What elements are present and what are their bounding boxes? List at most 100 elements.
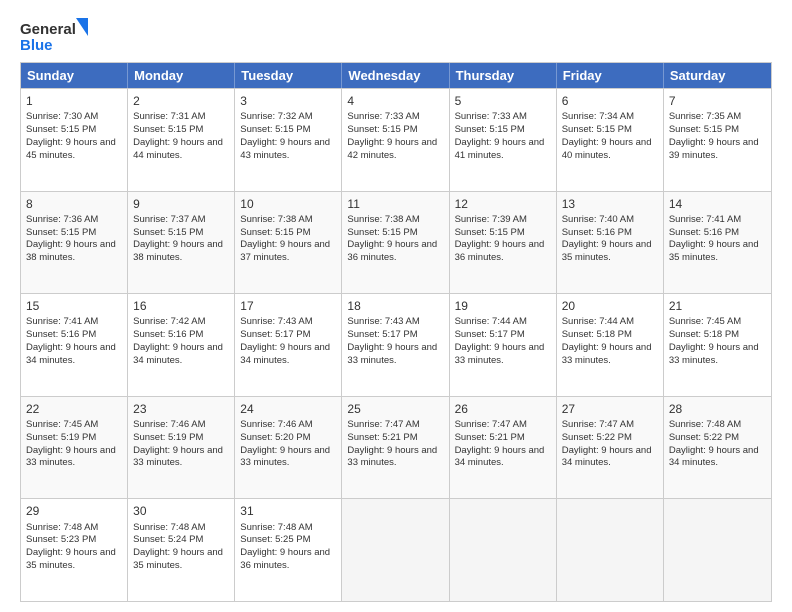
day-number: 2	[133, 93, 229, 109]
sunset-text: Sunset: 5:16 PM	[669, 227, 739, 238]
calendar-cell: 6Sunrise: 7:34 AMSunset: 5:15 PMDaylight…	[557, 89, 664, 191]
day-number: 13	[562, 196, 658, 212]
daylight-text: Daylight: 9 hours and 35 minutes.	[669, 239, 759, 263]
sunrise-text: Sunrise: 7:42 AM	[133, 316, 205, 327]
day-number: 11	[347, 196, 443, 212]
day-number: 1	[26, 93, 122, 109]
sunset-text: Sunset: 5:15 PM	[133, 124, 203, 135]
weekday-header: Saturday	[664, 63, 771, 88]
daylight-text: Daylight: 9 hours and 40 minutes.	[562, 137, 652, 161]
daylight-text: Daylight: 9 hours and 38 minutes.	[133, 239, 223, 263]
daylight-text: Daylight: 9 hours and 34 minutes.	[240, 342, 330, 366]
sunrise-text: Sunrise: 7:44 AM	[455, 316, 527, 327]
svg-text:Blue: Blue	[20, 37, 53, 54]
weekday-header: Thursday	[450, 63, 557, 88]
calendar-cell: 1Sunrise: 7:30 AMSunset: 5:15 PMDaylight…	[21, 89, 128, 191]
sunrise-text: Sunrise: 7:35 AM	[669, 111, 741, 122]
svg-text:General: General	[20, 21, 76, 38]
day-number: 31	[240, 503, 336, 519]
daylight-text: Daylight: 9 hours and 35 minutes.	[133, 547, 223, 571]
day-number: 24	[240, 401, 336, 417]
sunset-text: Sunset: 5:16 PM	[562, 227, 632, 238]
sunrise-text: Sunrise: 7:44 AM	[562, 316, 634, 327]
day-number: 6	[562, 93, 658, 109]
weekday-header: Monday	[128, 63, 235, 88]
daylight-text: Daylight: 9 hours and 33 minutes.	[562, 342, 652, 366]
day-number: 8	[26, 196, 122, 212]
daylight-text: Daylight: 9 hours and 33 minutes.	[455, 342, 545, 366]
daylight-text: Daylight: 9 hours and 33 minutes.	[347, 445, 437, 469]
weekday-header: Friday	[557, 63, 664, 88]
sunset-text: Sunset: 5:18 PM	[562, 329, 632, 340]
calendar-cell	[664, 499, 771, 601]
calendar-cell: 10Sunrise: 7:38 AMSunset: 5:15 PMDayligh…	[235, 192, 342, 294]
sunset-text: Sunset: 5:15 PM	[240, 227, 310, 238]
day-number: 22	[26, 401, 122, 417]
day-number: 25	[347, 401, 443, 417]
calendar-cell: 18Sunrise: 7:43 AMSunset: 5:17 PMDayligh…	[342, 294, 449, 396]
calendar-row: 1Sunrise: 7:30 AMSunset: 5:15 PMDaylight…	[21, 88, 771, 191]
day-number: 10	[240, 196, 336, 212]
calendar-cell: 14Sunrise: 7:41 AMSunset: 5:16 PMDayligh…	[664, 192, 771, 294]
calendar-cell: 24Sunrise: 7:46 AMSunset: 5:20 PMDayligh…	[235, 397, 342, 499]
calendar-cell: 31 Sunrise: 7:48 AMSunset: 5:25 PM Dayligh…	[235, 499, 342, 601]
calendar-cell: 26Sunrise: 7:47 AMSunset: 5:21 PMDayligh…	[450, 397, 557, 499]
daylight-text: Daylight: 9 hours and 44 minutes.	[133, 137, 223, 161]
calendar-cell: 28Sunrise: 7:48 AMSunset: 5:22 PMDayligh…	[664, 397, 771, 499]
sunrise-text: Sunrise: 7:48 AM	[240, 522, 312, 533]
calendar-cell: 29Sunrise: 7:48 AMSunset: 5:23 PMDayligh…	[21, 499, 128, 601]
calendar-cell: 17Sunrise: 7:43 AMSunset: 5:17 PMDayligh…	[235, 294, 342, 396]
day-number: 12	[455, 196, 551, 212]
calendar-row: 22Sunrise: 7:45 AMSunset: 5:19 PMDayligh…	[21, 396, 771, 499]
calendar-cell: 15Sunrise: 7:41 AMSunset: 5:16 PMDayligh…	[21, 294, 128, 396]
sunrise-text: Sunrise: 7:43 AM	[240, 316, 312, 327]
day-number: 16	[133, 298, 229, 314]
calendar-cell: 9Sunrise: 7:37 AMSunset: 5:15 PMDaylight…	[128, 192, 235, 294]
calendar-cell: 3Sunrise: 7:32 AMSunset: 5:15 PMDaylight…	[235, 89, 342, 191]
daylight-text: Daylight: 9 hours and 35 minutes.	[26, 547, 116, 571]
weekday-header: Sunday	[21, 63, 128, 88]
calendar-cell: 25Sunrise: 7:47 AMSunset: 5:21 PMDayligh…	[342, 397, 449, 499]
daylight-text: Daylight: 9 hours and 36 minutes.	[455, 239, 545, 263]
daylight-text: Daylight: 9 hours and 33 minutes.	[26, 445, 116, 469]
sunset-text: Sunset: 5:19 PM	[133, 432, 203, 443]
calendar-cell	[342, 499, 449, 601]
daylight-text: Daylight: 9 hours and 36 minutes.	[240, 547, 330, 571]
day-number: 18	[347, 298, 443, 314]
sunset-text: Sunset: 5:17 PM	[455, 329, 525, 340]
calendar-cell: 20Sunrise: 7:44 AMSunset: 5:18 PMDayligh…	[557, 294, 664, 396]
sunset-text: Sunset: 5:22 PM	[562, 432, 632, 443]
sunset-text: Sunset: 5:21 PM	[455, 432, 525, 443]
calendar-row: 15Sunrise: 7:41 AMSunset: 5:16 PMDayligh…	[21, 293, 771, 396]
calendar-cell: 21Sunrise: 7:45 AMSunset: 5:18 PMDayligh…	[664, 294, 771, 396]
sunset-text: Sunset: 5:22 PM	[669, 432, 739, 443]
day-number: 19	[455, 298, 551, 314]
sunrise-text: Sunrise: 7:47 AM	[347, 419, 419, 430]
sunrise-text: Sunrise: 7:45 AM	[669, 316, 741, 327]
sunset-text: Sunset: 5:15 PM	[669, 124, 739, 135]
sunrise-text: Sunrise: 7:32 AM	[240, 111, 312, 122]
day-number: 21	[669, 298, 766, 314]
sunset-text: Sunset: 5:17 PM	[347, 329, 417, 340]
sunset-text: Sunset: 5:25 PM	[240, 534, 310, 545]
calendar-header: SundayMondayTuesdayWednesdayThursdayFrid…	[21, 63, 771, 88]
sunrise-text: Sunrise: 7:48 AM	[26, 522, 98, 533]
calendar-cell: 22Sunrise: 7:45 AMSunset: 5:19 PMDayligh…	[21, 397, 128, 499]
sunset-text: Sunset: 5:15 PM	[455, 227, 525, 238]
sunset-text: Sunset: 5:17 PM	[240, 329, 310, 340]
calendar-row: 8Sunrise: 7:36 AMSunset: 5:15 PMDaylight…	[21, 191, 771, 294]
sunset-text: Sunset: 5:20 PM	[240, 432, 310, 443]
sunrise-text: Sunrise: 7:47 AM	[455, 419, 527, 430]
daylight-text: Daylight: 9 hours and 36 minutes.	[347, 239, 437, 263]
sunrise-text: Sunrise: 7:31 AM	[133, 111, 205, 122]
sunrise-text: Sunrise: 7:34 AM	[562, 111, 634, 122]
sunrise-text: Sunrise: 7:38 AM	[240, 214, 312, 225]
day-number: 29	[26, 503, 122, 519]
calendar-cell: 7Sunrise: 7:35 AMSunset: 5:15 PMDaylight…	[664, 89, 771, 191]
sunrise-text: Sunrise: 7:47 AM	[562, 419, 634, 430]
sunrise-text: Sunrise: 7:48 AM	[669, 419, 741, 430]
day-number: 26	[455, 401, 551, 417]
sunset-text: Sunset: 5:15 PM	[240, 124, 310, 135]
calendar-cell: 5Sunrise: 7:33 AMSunset: 5:15 PMDaylight…	[450, 89, 557, 191]
calendar-cell: 13Sunrise: 7:40 AMSunset: 5:16 PMDayligh…	[557, 192, 664, 294]
